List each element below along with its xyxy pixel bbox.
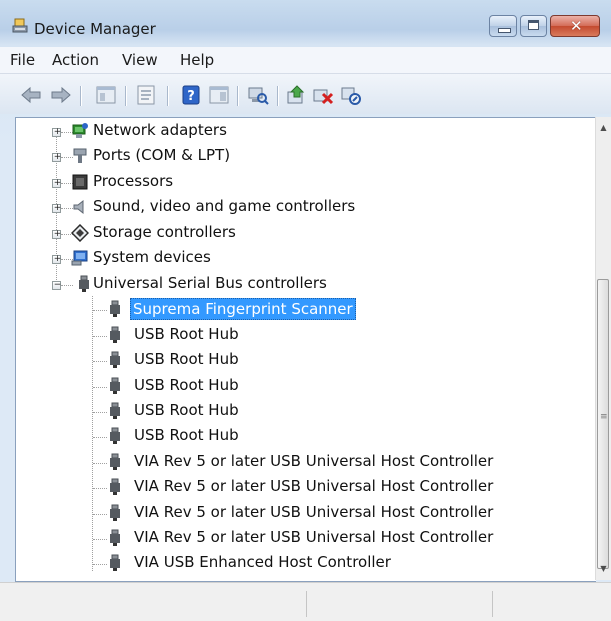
menu-file[interactable]: File — [10, 51, 35, 69]
tree-item-label: USB Root Hub — [134, 325, 239, 343]
expand-icon[interactable]: + — [52, 152, 61, 162]
tree-item-label: Processors — [93, 172, 174, 190]
tree-line — [61, 285, 73, 286]
uninstall-icon[interactable] — [312, 84, 334, 106]
tree-item-label: VIA Rev 5 or later USB Universal Host Co… — [134, 528, 494, 546]
tree-item-label: USB Root Hub — [134, 401, 239, 419]
expand-icon[interactable]: + — [52, 254, 61, 264]
minimize-button[interactable] — [489, 15, 517, 37]
speaker-icon — [73, 199, 84, 215]
toolbar-separator — [80, 86, 82, 106]
status-bar-divider — [306, 591, 307, 617]
processor-icon — [72, 174, 88, 190]
maximize-icon — [528, 20, 539, 30]
usb-device-icon — [110, 427, 120, 444]
action-pane-icon[interactable] — [208, 84, 230, 106]
collapse-icon[interactable]: − — [52, 280, 61, 290]
tree-item-label: Storage controllers — [93, 223, 236, 241]
device-manager-window: Device Manager ✕ File Action View Help ? — [0, 0, 611, 621]
toolbar-separator — [125, 86, 127, 106]
tree-line — [93, 336, 107, 337]
tree-line — [93, 488, 107, 489]
usb-device-icon — [110, 351, 120, 368]
scroll-up-icon[interactable]: ▲ — [596, 119, 611, 136]
tree-line — [93, 310, 107, 311]
tree-item-label: Universal Serial Bus controllers — [93, 274, 327, 292]
tree-item-label: USB Root Hub — [134, 350, 239, 368]
scan-hardware-icon[interactable] — [247, 84, 269, 106]
tree-line — [93, 387, 107, 388]
tree-item-label: Ports (COM & LPT) — [93, 146, 231, 164]
tree-line — [93, 437, 107, 438]
minimize-icon — [498, 28, 511, 33]
usb-device-icon — [110, 554, 120, 571]
expand-icon[interactable]: + — [52, 127, 61, 137]
usb-device-icon — [110, 402, 120, 419]
console-tree-icon[interactable] — [95, 84, 117, 106]
update-driver-icon[interactable] — [285, 84, 307, 106]
menu-view[interactable]: View — [122, 51, 158, 69]
status-bar — [0, 582, 611, 621]
expand-icon[interactable]: + — [52, 203, 61, 213]
device-manager-icon — [12, 18, 28, 33]
tree-line — [93, 412, 107, 413]
window-title: Device Manager — [34, 20, 156, 38]
scroll-down-icon[interactable]: ▼ — [596, 560, 611, 577]
usb-device-icon — [110, 453, 120, 470]
scroll-thumb[interactable]: ≡ — [597, 279, 609, 569]
tree-item-label: USB Root Hub — [134, 426, 239, 444]
help-icon[interactable]: ? — [180, 84, 202, 106]
usb-device-icon — [110, 529, 120, 546]
usb-device-icon — [110, 377, 120, 394]
toolbar-separator — [167, 86, 169, 106]
menu-bar: File Action View Help — [0, 47, 611, 74]
expand-icon[interactable]: + — [52, 229, 61, 239]
menu-help[interactable]: Help — [180, 51, 214, 69]
toolbar-separator — [237, 86, 239, 106]
toolbar-separator — [277, 86, 279, 106]
grip-icon: ≡ — [600, 412, 608, 422]
menu-action[interactable]: Action — [52, 51, 99, 69]
forward-icon[interactable] — [50, 84, 72, 106]
status-bar-divider — [492, 591, 493, 617]
port-icon — [73, 148, 87, 163]
tree-line — [93, 564, 107, 565]
close-icon: ✕ — [570, 17, 583, 35]
tree-line — [93, 539, 107, 540]
tree-item-label: VIA USB Enhanced Host Controller — [134, 553, 391, 571]
close-button[interactable]: ✕ — [550, 15, 600, 37]
computer-icon — [71, 250, 88, 266]
tree-line — [93, 361, 107, 362]
tree-item-label: System devices — [93, 248, 211, 266]
usb-device-icon — [110, 326, 120, 343]
tree-item-label: Network adapters — [93, 121, 227, 139]
storage-icon — [71, 224, 89, 242]
tree-line — [93, 463, 107, 464]
network-adapter-icon — [72, 123, 88, 138]
usb-device-icon — [110, 478, 120, 495]
usb-device-icon — [110, 504, 120, 521]
tree-line — [93, 514, 107, 515]
disable-icon[interactable] — [340, 84, 362, 106]
usb-device-icon — [110, 300, 120, 317]
tree-line — [92, 296, 93, 571]
maximize-button[interactable] — [520, 15, 547, 37]
tree-item-label: VIA Rev 5 or later USB Universal Host Co… — [134, 503, 494, 521]
tree-item-label: USB Root Hub — [134, 376, 239, 394]
title-bar[interactable]: Device Manager ✕ — [0, 0, 611, 44]
tree-item-label: Sound, video and game controllers — [93, 197, 356, 215]
expand-icon[interactable]: + — [52, 178, 61, 188]
tree-item-label: VIA Rev 5 or later USB Universal Host Co… — [134, 477, 494, 495]
device-tree[interactable]: + Network adapters + Ports (COM & LPT) + — [15, 117, 596, 582]
properties-icon[interactable] — [135, 84, 157, 106]
back-icon[interactable] — [20, 84, 42, 106]
vertical-scrollbar[interactable]: ▲ ≡ ▼ — [595, 117, 611, 580]
tree-item-label: VIA Rev 5 or later USB Universal Host Co… — [134, 452, 494, 470]
svg-text:?: ? — [187, 89, 195, 104]
tree-item-label: Suprema Fingerprint Scanner — [130, 298, 356, 320]
